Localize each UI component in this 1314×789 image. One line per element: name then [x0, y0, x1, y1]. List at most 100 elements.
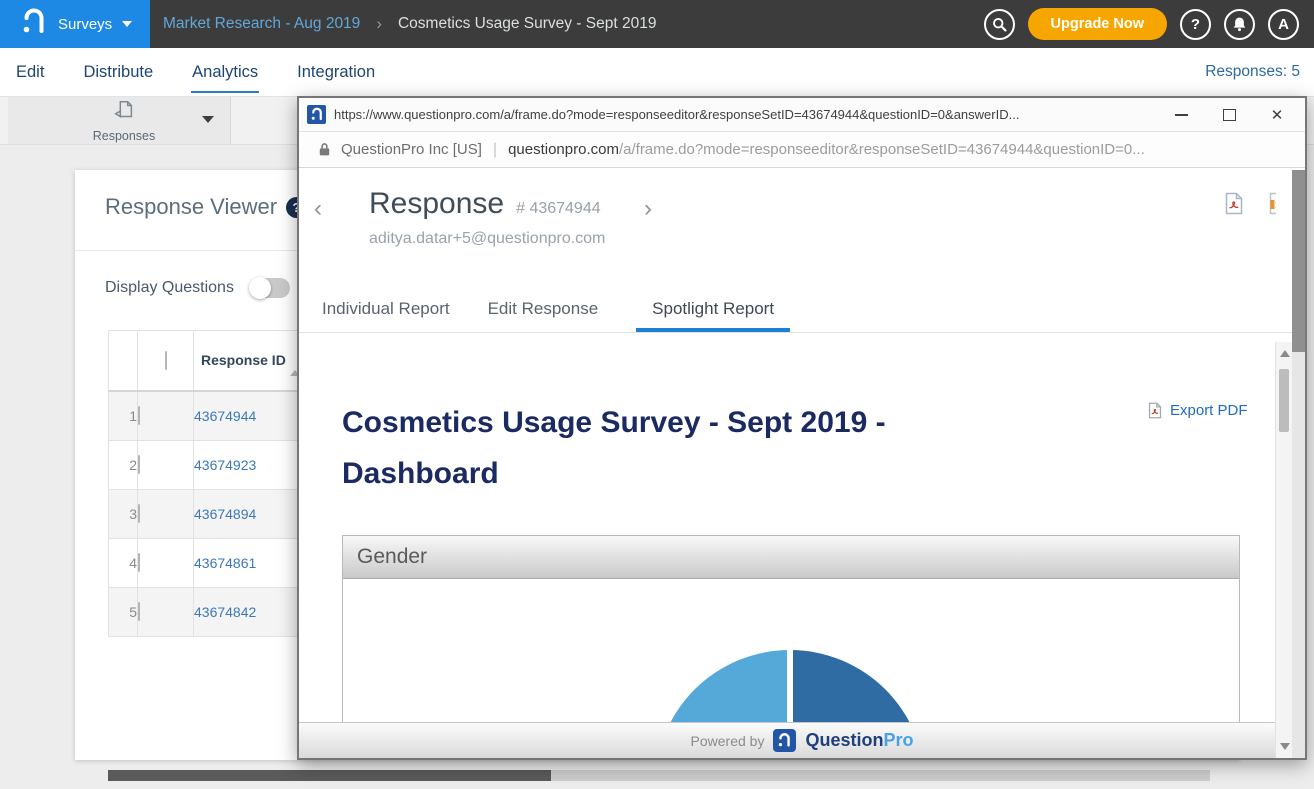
questionpro-logo-icon: [22, 7, 46, 42]
scroll-down-arrow-icon[interactable]: [1280, 743, 1290, 750]
response-id-label: # 43674944: [516, 200, 601, 218]
gender-pie: [655, 650, 925, 723]
help-button[interactable]: ?: [1180, 9, 1211, 40]
scroll-up-arrow-icon[interactable]: [1280, 350, 1290, 357]
pdf-icon: [1223, 192, 1245, 215]
export-pdf-link[interactable]: Export PDF: [1147, 402, 1248, 419]
powered-by-label: Powered by: [691, 733, 765, 749]
avatar[interactable]: A: [1268, 9, 1299, 40]
breadcrumb-parent-link[interactable]: Market Research - Aug 2019: [163, 15, 360, 33]
gender-section: Gender: [342, 535, 1240, 723]
report-tabs: Individual Report Edit Response Spotligh…: [299, 285, 1292, 333]
popup-addressbar[interactable]: QuestionPro Inc [US] | questionpro.com /…: [299, 132, 1305, 168]
tab-spotlight-report[interactable]: Spotlight Report: [636, 285, 790, 332]
display-questions-toggle[interactable]: [252, 278, 290, 298]
maximize-button[interactable]: [1205, 98, 1253, 132]
tab-individual-report[interactable]: Individual Report: [322, 285, 450, 332]
row-number: 1: [109, 391, 138, 441]
row-number: 5: [109, 588, 138, 637]
response-header: ‹ Response # 43674944 › aditya.datar+5@q…: [299, 170, 1292, 285]
next-response-button[interactable]: ›: [644, 197, 652, 221]
popup-vertical-scrollbar[interactable]: [1292, 170, 1305, 758]
popup-footer: Powered by QuestionPro: [299, 722, 1305, 758]
breadcrumb-separator-icon: ›: [376, 14, 382, 34]
header-num-cell: [109, 331, 138, 392]
popup-title-url: https://www.questionpro.com/a/frame.do?m…: [334, 107, 1019, 122]
spotlight-report: Cosmetics Usage Survey - Sept 2019 - Das…: [299, 333, 1292, 723]
upgrade-now-button[interactable]: Upgrade Now: [1028, 8, 1167, 40]
wordmark-pro: Pro: [883, 730, 913, 750]
display-questions-label: Display Questions: [105, 279, 234, 297]
row-checkbox[interactable]: [138, 602, 140, 621]
survey-nav: Edit Distribute Analytics Integration Re…: [0, 48, 1314, 96]
export-pdf-icon: [1147, 402, 1163, 419]
close-button[interactable]: ✕: [1253, 98, 1301, 132]
row-checkbox[interactable]: [138, 553, 140, 572]
row-checkbox[interactable]: [138, 406, 140, 425]
tab-edit-response[interactable]: Edit Response: [488, 285, 599, 332]
row-checkbox-cell: [138, 490, 194, 539]
header-checkbox-cell: [138, 331, 194, 392]
top-navbar: Surveys Market Research - Aug 2019 › Cos…: [0, 0, 1314, 48]
gender-section-title: Gender: [357, 545, 427, 569]
breadcrumb-current: Cosmetics Usage Survey - Sept 2019: [398, 15, 656, 33]
search-icon: [991, 16, 1008, 33]
minimize-button[interactable]: [1157, 98, 1205, 132]
topbar-actions: Upgrade Now ? A: [984, 0, 1299, 48]
row-number: 2: [109, 441, 138, 490]
minimize-icon: [1175, 114, 1188, 116]
response-editor-popup: https://www.questionpro.com/a/frame.do?m…: [297, 96, 1307, 760]
address-divider: |: [493, 141, 497, 159]
responses-doc-icon: [112, 99, 136, 123]
horizontal-scrollbar-thumb[interactable]: [108, 770, 551, 781]
report-vertical-scrollbar[interactable]: [1275, 342, 1292, 758]
toggle-knob: [249, 277, 271, 299]
row-checkbox-cell: [138, 441, 194, 490]
export-doc-icon-partial[interactable]: [1267, 192, 1276, 220]
page-title: Response Viewer: [105, 194, 277, 220]
row-checkbox[interactable]: [138, 455, 140, 474]
lock-icon: [318, 142, 331, 157]
row-number: 4: [109, 539, 138, 588]
surveys-menu-label: Surveys: [58, 16, 112, 33]
tab-integration[interactable]: Integration: [296, 63, 376, 82]
questionpro-wordmark: QuestionPro: [805, 730, 913, 751]
popup-scrollbar-thumb[interactable]: [1292, 170, 1305, 352]
breadcrumb: Market Research - Aug 2019 › Cosmetics U…: [163, 0, 656, 48]
address-domain[interactable]: questionpro.com: [508, 141, 619, 158]
tab-edit[interactable]: Edit: [15, 63, 45, 82]
notifications-button[interactable]: [1224, 9, 1255, 40]
popup-content: ‹ Response # 43674944 › aditya.datar+5@q…: [299, 170, 1305, 758]
surveys-menu[interactable]: Surveys: [0, 0, 150, 48]
previous-response-button[interactable]: ‹: [314, 197, 322, 221]
search-button[interactable]: [984, 9, 1015, 40]
gender-section-header: Gender: [343, 536, 1239, 579]
chevron-down-icon: [122, 21, 132, 27]
responses-count: Responses: 5: [1205, 48, 1300, 96]
tab-analytics[interactable]: Analytics: [191, 63, 259, 82]
certificate-label[interactable]: QuestionPro Inc [US]: [341, 141, 482, 158]
row-number: 3: [109, 490, 138, 539]
responses-dropdown-icon[interactable]: [202, 116, 214, 123]
address-path[interactable]: /a/frame.do?mode=responseeditor&response…: [619, 141, 1145, 158]
download-pdf-button[interactable]: [1223, 192, 1245, 220]
respondent-email: aditya.datar+5@questionpro.com: [369, 230, 605, 248]
questionpro-favicon-icon: [307, 105, 326, 124]
tab-distribute[interactable]: Distribute: [82, 63, 154, 82]
responses-tool-button[interactable]: Responses: [8, 97, 231, 144]
row-checkbox-cell: [138, 588, 194, 637]
popup-titlebar[interactable]: https://www.questionpro.com/a/frame.do?m…: [299, 98, 1305, 132]
responses-tool-label: Responses: [66, 129, 182, 143]
maximize-icon: [1223, 109, 1236, 121]
wordmark-question: Question: [805, 730, 883, 750]
row-checkbox[interactable]: [138, 504, 140, 523]
gender-chart-area: [343, 579, 1239, 723]
select-all-checkbox[interactable]: [165, 351, 167, 370]
report-scrollbar-thumb[interactable]: [1279, 369, 1289, 432]
row-checkbox-cell: [138, 391, 194, 441]
export-pdf-label: Export PDF: [1170, 402, 1248, 419]
app-root: Surveys Market Research - Aug 2019 › Cos…: [0, 0, 1314, 789]
questionpro-footer-logo-icon: [773, 729, 796, 752]
table-horizontal-scrollbar[interactable]: [108, 770, 1210, 781]
row-checkbox-cell: [138, 539, 194, 588]
